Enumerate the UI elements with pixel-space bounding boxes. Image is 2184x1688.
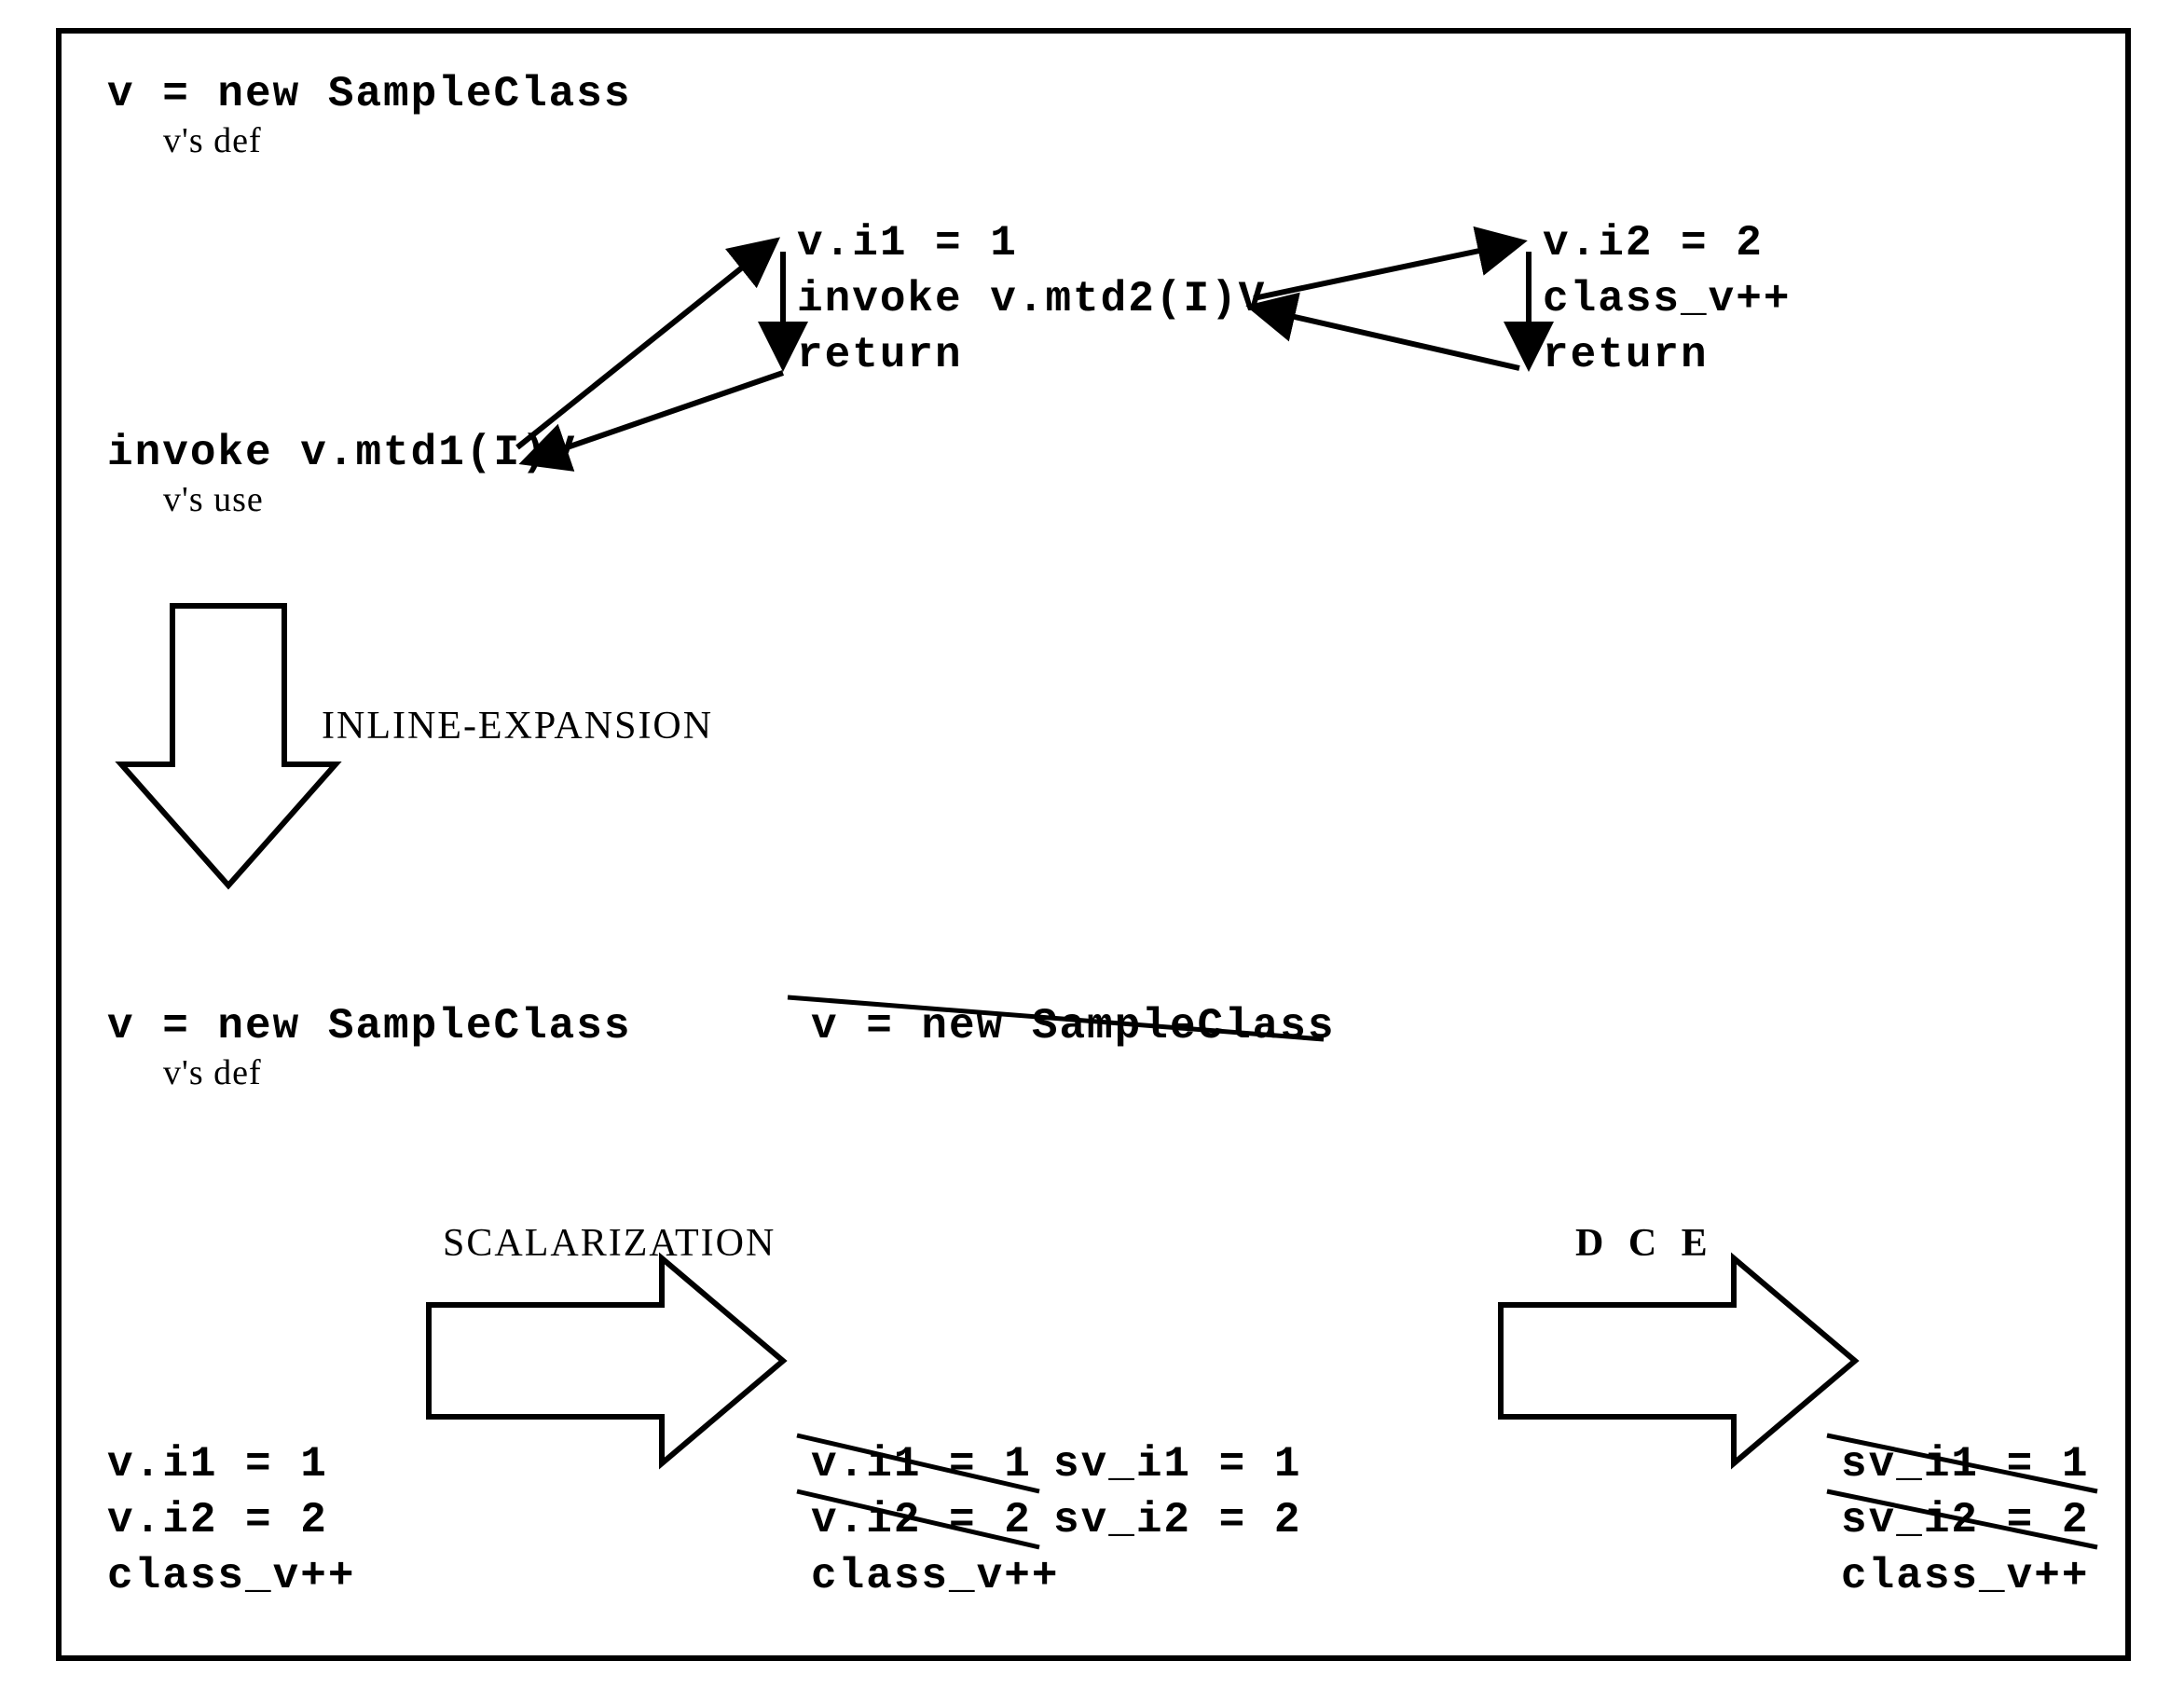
top-declaration: v = new SampleClass xyxy=(107,70,632,119)
step-scalarization: SCALARIZATION xyxy=(443,1221,776,1266)
invoke-mtd1-note: v's use xyxy=(163,480,264,521)
mid-declaration-struck: v = new SampleClass xyxy=(811,1002,1336,1051)
block2-line2: class_v++ xyxy=(1543,275,1791,324)
block1-line2: invoke v.mtd2(I)V xyxy=(797,275,1266,324)
bottom-center-repl1: sv_i1 = 1 xyxy=(1053,1440,1301,1489)
bottom-center-struck1: v.i1 = 1 xyxy=(811,1440,1032,1489)
bottom-left-line2: v.i2 = 2 xyxy=(107,1496,328,1545)
block2-line1: v.i2 = 2 xyxy=(1543,219,1764,268)
mid-declaration: v = new SampleClass xyxy=(107,1002,632,1051)
bottom-center-struck2: v.i2 = 2 xyxy=(811,1496,1032,1545)
diagram-canvas: v = new SampleClass v's def invoke v.mtd… xyxy=(0,0,2184,1688)
diagram-frame xyxy=(56,28,2131,1661)
step-dce: D C E xyxy=(1575,1221,1715,1266)
block1-line1: v.i1 = 1 xyxy=(797,219,1018,268)
block2-line3: return xyxy=(1543,331,1709,380)
bottom-right-line3: class_v++ xyxy=(1841,1552,2089,1601)
bottom-left-line1: v.i1 = 1 xyxy=(107,1440,328,1489)
bottom-center-line3: class_v++ xyxy=(811,1552,1059,1601)
top-declaration-note: v's def xyxy=(163,121,262,162)
bottom-left-line3: class_v++ xyxy=(107,1552,355,1601)
mid-declaration-note: v's def xyxy=(163,1053,262,1094)
block1-line3: return xyxy=(797,331,963,380)
step-inline-expansion: INLINE-EXPANSION xyxy=(322,704,713,748)
bottom-right-struck1: sv_i1 = 1 xyxy=(1841,1440,2089,1489)
invoke-mtd1: invoke v.mtd1(I)V xyxy=(107,429,576,478)
bottom-right-struck2: sv_i2 = 2 xyxy=(1841,1496,2089,1545)
bottom-center-repl2: sv_i2 = 2 xyxy=(1053,1496,1301,1545)
